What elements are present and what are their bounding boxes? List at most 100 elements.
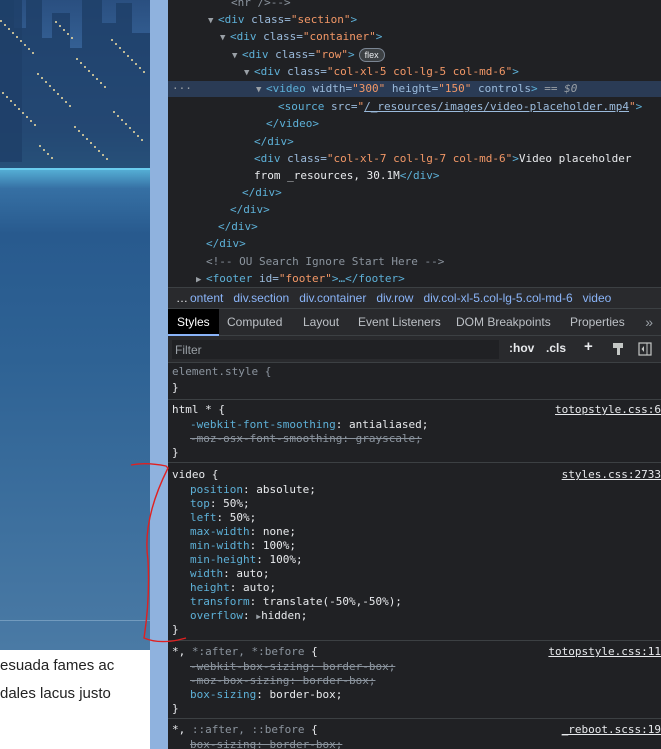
css-property-line[interactable]: max-width: none;	[190, 525, 296, 539]
dom-breadcrumb: … ontent div.section div.container div.row di…	[168, 287, 661, 309]
rule-universal-reboot[interactable]: *, ::after, ::before { _reboot.scss:19 b…	[168, 719, 661, 749]
window-light	[22, 112, 24, 114]
window-light	[28, 48, 30, 50]
dom-node-close[interactable]: </video>	[266, 116, 319, 132]
dom-node-col7[interactable]: <div class="col-xl-7 col-lg-7 col-md-6">…	[254, 151, 632, 167]
dom-node-row[interactable]: ▼ <div class="row"> flex	[232, 47, 385, 63]
window-light	[24, 44, 26, 46]
node-menu-dots-icon[interactable]: ···	[172, 81, 192, 97]
building-silhouette	[26, 0, 42, 168]
expand-triangle-icon[interactable]: ▼	[256, 82, 266, 98]
css-property-line[interactable]: transform: translate(-50%,-50%);	[190, 595, 402, 609]
window-light	[10, 100, 12, 102]
dom-node-col[interactable]: ▼ <div class="col-xl-5 col-lg-5 col-md-6"…	[244, 64, 519, 80]
window-light	[16, 36, 18, 38]
window-light	[47, 153, 49, 155]
expand-triangle-icon[interactable]: ▼	[208, 13, 218, 29]
class-toggle[interactable]: .cls	[546, 341, 566, 355]
dom-node-col7-text[interactable]: from _resources, 30.1M</div>	[254, 168, 439, 184]
css-property-line[interactable]: overflow: ▶hidden;	[190, 609, 307, 623]
css-property-line[interactable]: height: auto;	[190, 581, 276, 595]
dom-node-close[interactable]: </div>	[254, 134, 294, 150]
rule-html-star[interactable]: html * { totopstyle.css:6 -webkit-font-s…	[168, 400, 661, 463]
dom-node-close[interactable]: </div>	[242, 185, 282, 201]
flex-badge[interactable]: flex	[358, 48, 385, 62]
dom-node-footer[interactable]: ▶ <footer id="footer">…</footer>	[196, 271, 405, 287]
rule-source-link[interactable]: totopstyle.css:11	[548, 645, 661, 659]
hover-state-toggle[interactable]: :hov	[509, 341, 534, 355]
window-light	[98, 150, 100, 152]
toggle-sidebar-icon[interactable]	[638, 342, 652, 356]
styles-filter-input[interactable]	[172, 340, 499, 359]
elements-dom-tree: <hr />--> ▼ <div class="section"> ▼ <div c…	[168, 0, 661, 287]
dom-node-section[interactable]: ▼ <div class="section">	[208, 12, 357, 28]
breadcrumb-item[interactable]: div.section	[233, 291, 289, 305]
css-property-line[interactable]: min-height: 100%;	[190, 553, 303, 567]
window-light	[43, 149, 45, 151]
css-property-line[interactable]: width: auto;	[190, 567, 270, 581]
source-link[interactable]: /_resources/images/video-placeholder.mp4	[364, 100, 629, 113]
tab-dom-breakpoints[interactable]: DOM Breakpoints	[456, 309, 551, 336]
css-property-line[interactable]: min-width: 100%;	[190, 539, 296, 553]
dom-node-container[interactable]: ▼ <div class="container">	[220, 29, 382, 45]
collapse-triangle-icon[interactable]: ▶	[196, 272, 206, 287]
window-light	[127, 55, 129, 57]
rule-element-style[interactable]: element.style { }	[168, 363, 661, 400]
window-light	[57, 93, 59, 95]
css-property-line[interactable]: position: absolute;	[190, 483, 316, 497]
window-light	[71, 37, 73, 39]
expand-triangle-icon[interactable]: ▼	[232, 48, 242, 64]
window-light	[34, 124, 36, 126]
new-rule-plus-icon[interactable]: +	[584, 338, 593, 355]
tab-properties[interactable]: Properties	[570, 309, 625, 336]
window-light	[88, 70, 90, 72]
breadcrumb-overflow[interactable]: …	[176, 291, 188, 305]
window-light	[82, 134, 84, 136]
devtools-panel: <hr />--> ▼ <div class="section"> ▼ <div c…	[168, 0, 661, 749]
window-light	[94, 146, 96, 148]
window-light	[0, 20, 2, 22]
breadcrumb-item-active[interactable]: video	[583, 291, 612, 305]
breadcrumb-item[interactable]: div.container	[299, 291, 366, 305]
tab-computed[interactable]: Computed	[227, 309, 282, 336]
rule-source-link[interactable]: totopstyle.css:6	[555, 403, 661, 417]
window-light	[113, 111, 115, 113]
dom-node[interactable]: <hr />-->	[231, 0, 291, 11]
window-light	[121, 119, 123, 121]
page-scrollbar[interactable]	[150, 0, 168, 749]
rule-source-link[interactable]: _reboot.scss:19	[562, 723, 661, 737]
expand-triangle-icon[interactable]: ▼	[220, 30, 230, 46]
tab-event-listeners[interactable]: Event Listeners	[358, 309, 441, 336]
window-light	[14, 104, 16, 106]
window-light	[53, 89, 55, 91]
dom-node-close[interactable]: </div>	[230, 202, 270, 218]
dom-node-close[interactable]: </div>	[206, 236, 246, 252]
breadcrumb-item[interactable]: div.col-xl-5.col-lg-5.col-md-6	[423, 291, 572, 305]
dom-node-close[interactable]: </div>	[218, 219, 258, 235]
more-tabs-icon[interactable]: »	[645, 309, 653, 336]
window-light	[55, 21, 57, 23]
window-light	[67, 33, 69, 35]
window-light	[104, 86, 106, 88]
water-edge	[0, 620, 150, 621]
rule-universal-totop[interactable]: *, *:after, *:before { totopstyle.css:11…	[168, 641, 661, 719]
dom-node-video-selected[interactable]: ··· ▼ <video width="300" height="150" con…	[168, 81, 661, 97]
dom-comment[interactable]: <!-- OU Search Ignore Start Here -->	[206, 254, 444, 270]
css-property-line[interactable]: left: 50%;	[190, 511, 256, 525]
dom-node-source[interactable]: <source src="/_resources/images/video-pl…	[278, 99, 642, 115]
rule-video[interactable]: video { styles.css:2733 position: absolu…	[168, 463, 661, 641]
video-thumbnail[interactable]	[0, 0, 150, 650]
rule-source-link[interactable]: styles.css:2733	[562, 468, 661, 482]
breadcrumb-item[interactable]: div.row	[376, 291, 413, 305]
tab-layout[interactable]: Layout	[303, 309, 339, 336]
css-property-line[interactable]: top: 50%;	[190, 497, 250, 511]
window-light	[74, 126, 76, 128]
window-light	[90, 142, 92, 144]
expand-triangle-icon[interactable]: ▼	[244, 65, 254, 81]
breadcrumb-item[interactable]: ontent	[190, 291, 223, 305]
window-light	[32, 52, 34, 54]
window-light	[4, 24, 6, 26]
tab-styles[interactable]: Styles	[168, 309, 219, 336]
window-light	[135, 63, 137, 65]
paint-brush-icon[interactable]	[611, 342, 625, 356]
